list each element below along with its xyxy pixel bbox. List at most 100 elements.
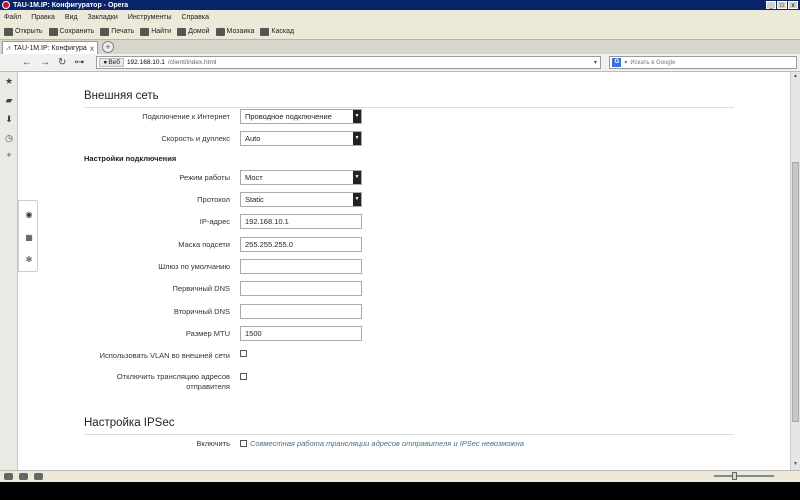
- forward-icon[interactable]: →: [40, 57, 50, 68]
- web-badge[interactable]: ● Веб: [99, 58, 124, 67]
- chevron-down-icon[interactable]: ▼: [353, 193, 361, 206]
- primary-dns-input[interactable]: [240, 281, 362, 296]
- secondary-dns-label: Вторичный DNS: [173, 307, 230, 316]
- secondary-dns-input[interactable]: [240, 304, 362, 319]
- cascade-icon: [260, 27, 270, 36]
- gateway-input[interactable]: [240, 259, 362, 274]
- add-panel-icon[interactable]: +: [4, 150, 14, 160]
- menu-edit[interactable]: Правка: [31, 14, 55, 21]
- menu-bookmarks[interactable]: Закладки: [88, 14, 118, 21]
- cascade-button[interactable]: Каскад: [260, 27, 295, 36]
- save-label: Сохранить: [59, 28, 95, 35]
- ipsec-enable-label: Включить: [196, 439, 230, 448]
- search-dropdown-icon[interactable]: ▾: [624, 59, 627, 66]
- print-button[interactable]: Печать: [100, 27, 135, 36]
- chevron-down-icon[interactable]: ▼: [353, 132, 361, 145]
- google-icon[interactable]: G: [612, 58, 622, 67]
- speed-duplex-select[interactable]: Auto ▼: [240, 131, 362, 146]
- minimize-button[interactable]: _: [766, 1, 776, 9]
- protocol-label: Протокол: [197, 195, 230, 204]
- vlan-label: Использовать VLAN во внешней сети: [99, 351, 230, 360]
- chevron-down-icon[interactable]: ▼: [353, 110, 361, 123]
- scroll-down-icon[interactable]: ▼: [792, 461, 799, 469]
- tile-icon: [215, 27, 225, 36]
- tile-button[interactable]: Мозаика: [215, 27, 254, 36]
- menu-bar: Файл Правка Вид Закладки Инструменты Спр…: [0, 10, 800, 24]
- home-button[interactable]: Домой: [177, 27, 210, 36]
- grid-icon[interactable]: ▦: [24, 233, 34, 243]
- find-button[interactable]: Найти: [140, 27, 171, 36]
- opera-logo-icon: [2, 1, 10, 9]
- print-label: Печать: [111, 28, 135, 35]
- url-dropdown-icon[interactable]: ▾: [590, 59, 600, 66]
- tab-bar: ⩘ TAU-1M.IP: Конфигура... x +: [0, 40, 800, 54]
- open-button[interactable]: Открыть: [4, 27, 43, 36]
- mtu-label: Размер MTU: [185, 329, 230, 338]
- zoom-knob[interactable]: [731, 472, 737, 480]
- ipsec-divider: [84, 434, 734, 435]
- address-bar: ← → ↻ ⊶ ● Веб 192.168.10.1/client/index.h…: [0, 54, 800, 72]
- search-field[interactable]: G ▾ Искать в Google: [609, 56, 798, 69]
- home-icon: [177, 27, 187, 36]
- tab-close-icon[interactable]: x: [90, 44, 94, 53]
- ip-address-input[interactable]: 192.168.10.1: [240, 214, 362, 229]
- scrollbar-thumb[interactable]: [792, 162, 799, 422]
- save-button[interactable]: Сохранить: [48, 27, 95, 36]
- vlan-checkbox[interactable]: [240, 350, 247, 357]
- speed-duplex-label: Скорость и дуплекс: [161, 134, 230, 143]
- close-window-button[interactable]: x: [788, 1, 798, 9]
- connection-settings-heading: Настройки подключения: [84, 154, 177, 163]
- cloud-icon[interactable]: [4, 473, 13, 480]
- nat-checkbox[interactable]: [240, 373, 247, 380]
- protocol-select[interactable]: Static ▼: [240, 192, 362, 207]
- subnet-mask-input[interactable]: 255.255.255.0: [240, 237, 362, 252]
- primary-dns-label: Первичный DNS: [172, 284, 230, 293]
- downloads-icon[interactable]: ⬇: [4, 114, 14, 124]
- speed-dial-icon[interactable]: [19, 473, 28, 480]
- menu-file[interactable]: Файл: [4, 14, 21, 21]
- vertical-scrollbar[interactable]: ▲ ▼: [790, 72, 800, 470]
- status-bar: [0, 470, 800, 482]
- tab-configurator[interactable]: ⩘ TAU-1M.IP: Конфигура... x: [2, 41, 98, 54]
- key-icon[interactable]: ⊶: [74, 57, 84, 68]
- menu-help[interactable]: Справка: [182, 14, 209, 21]
- internet-connection-select[interactable]: Проводное подключение ▼: [240, 109, 362, 124]
- ip-address-label: IP-адрес: [199, 217, 230, 226]
- scroll-up-icon[interactable]: ▲: [792, 73, 799, 81]
- eltex-favicon-icon: ⩘: [6, 43, 11, 52]
- wan-divider: [84, 107, 734, 108]
- url-field[interactable]: ● Веб 192.168.10.1/client/index.html ▾: [96, 56, 602, 69]
- subnet-mask-label: Маска подсети: [178, 240, 230, 249]
- maximize-button[interactable]: □: [777, 1, 787, 9]
- chevron-down-icon[interactable]: ▼: [353, 171, 361, 184]
- window-controls: _ □ x: [766, 1, 798, 9]
- tab-title: TAU-1M.IP: Конфигура...: [13, 44, 87, 52]
- image-toggle-icon[interactable]: [34, 473, 43, 480]
- eye-icon[interactable]: ◉: [24, 210, 34, 220]
- internet-connection-label: Подключение к Интернет: [142, 112, 230, 121]
- menu-view[interactable]: Вид: [65, 14, 78, 21]
- notes-icon[interactable]: ▰: [4, 95, 14, 105]
- home-label: Домой: [188, 28, 210, 35]
- menu-tools[interactable]: Инструменты: [128, 14, 172, 21]
- bookmarks-star-icon[interactable]: ★: [4, 76, 14, 86]
- gear-icon[interactable]: ✻: [24, 255, 34, 265]
- protocol-value: Static: [245, 195, 264, 204]
- speed-duplex-value: Auto: [245, 134, 261, 143]
- side-panel: ★ ▰ ⬇ ◷ +: [0, 72, 18, 472]
- reload-icon[interactable]: ↻: [58, 57, 66, 68]
- mode-value: Мост: [245, 173, 263, 182]
- history-clock-icon[interactable]: ◷: [4, 133, 14, 143]
- zoom-slider[interactable]: [714, 475, 774, 477]
- cascade-label: Каскад: [271, 28, 295, 35]
- back-icon[interactable]: ←: [22, 57, 32, 68]
- os-taskbar: [0, 482, 800, 500]
- ipsec-section-title: Настройка IPSec: [84, 417, 175, 429]
- open-label: Открыть: [15, 28, 43, 35]
- new-tab-button[interactable]: +: [102, 41, 114, 53]
- search-placeholder: Искать в Google: [630, 59, 676, 66]
- ipsec-enable-checkbox[interactable]: [240, 440, 247, 447]
- mode-select[interactable]: Мост ▼: [240, 170, 362, 185]
- folder-icon: [4, 27, 13, 36]
- mtu-input[interactable]: 1500: [240, 326, 362, 341]
